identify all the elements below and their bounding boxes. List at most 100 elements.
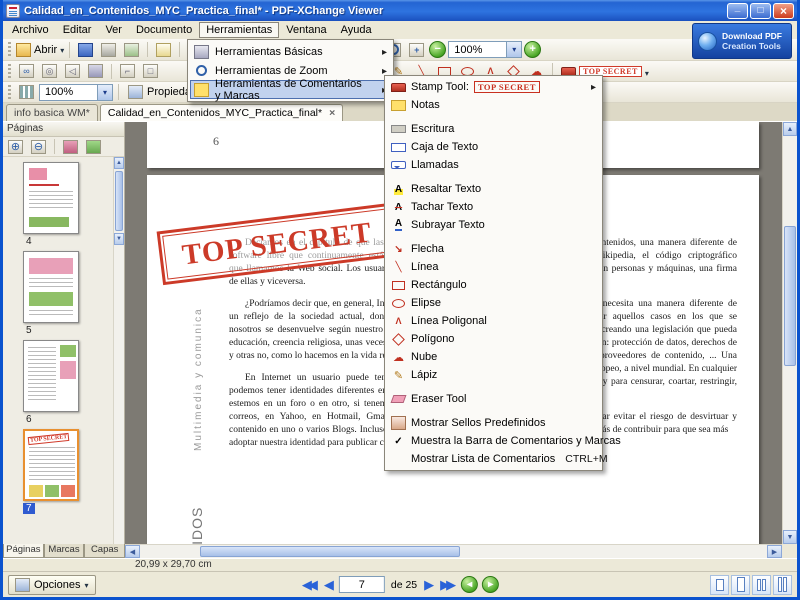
menu-bar-item[interactable]: Ver	[98, 22, 129, 38]
minimize-button[interactable]	[727, 3, 748, 19]
last-page-button[interactable]	[439, 578, 457, 591]
next-page-button[interactable]	[423, 578, 435, 591]
thumbnails-scrollbar[interactable]	[113, 157, 124, 544]
toolbar-button[interactable]	[85, 62, 106, 81]
panel-tab[interactable]: Capas	[84, 544, 125, 558]
close-button[interactable]	[773, 3, 794, 19]
previous-page-button[interactable]	[323, 578, 335, 591]
toolbar-grip[interactable]	[8, 64, 11, 79]
options-button[interactable]: Opciones	[8, 575, 96, 595]
scroll-down-icon[interactable]	[783, 530, 797, 544]
toolbar-button[interactable]	[406, 40, 427, 59]
open-button[interactable]: Abrir	[16, 40, 64, 59]
menu-item[interactable]: Stamp Tool: TOP SECRET	[387, 78, 600, 96]
sidebar-tool-button[interactable]	[51, 137, 58, 156]
menu-item[interactable]: Tachar Texto	[387, 198, 600, 216]
menu-item[interactable]: Notas	[387, 96, 600, 114]
menu-item[interactable]: Mostrar Sellos Predefinidos	[387, 414, 600, 432]
menu-item[interactable]: Herramientas de Comentarios y Marcas	[190, 80, 391, 99]
scrollbar-track[interactable]	[783, 136, 797, 530]
menu-bar-item[interactable]: Ventana	[279, 22, 333, 38]
menu-bar-item[interactable]: Archivo	[5, 22, 56, 38]
toolbar-button[interactable]	[39, 62, 60, 81]
next-view-button[interactable]	[482, 576, 499, 593]
horizontal-scrollbar[interactable]	[125, 544, 782, 558]
menu-bar-item[interactable]: Ayuda	[334, 22, 379, 38]
toolbar-button[interactable]	[62, 62, 83, 81]
menu-bar-item[interactable]: Herramientas	[199, 22, 279, 38]
scroll-up-icon[interactable]	[114, 157, 124, 169]
menu-item[interactable]: Caja de Texto	[387, 138, 600, 156]
toolbar-button[interactable]	[144, 40, 151, 59]
menu-item[interactable]: Eraser Tool	[387, 390, 600, 408]
menu-item[interactable]: Rectángulo	[387, 276, 600, 294]
previous-view-button[interactable]	[461, 576, 478, 593]
page-thumbnail[interactable]: 6	[3, 337, 113, 426]
menu-item[interactable]: Herramientas Básicas	[190, 42, 391, 61]
toolbar-button[interactable]	[108, 62, 115, 81]
menu-bar-item[interactable]: Editar	[56, 22, 99, 38]
scroll-up-icon[interactable]	[783, 122, 797, 136]
toolbar-button[interactable]	[117, 62, 138, 81]
toolbar-button[interactable]	[176, 40, 183, 59]
menu-item[interactable]: Línea	[387, 258, 600, 276]
menu-item[interactable]: Elipse	[387, 294, 600, 312]
panel-tab[interactable]: Páginas	[3, 544, 44, 558]
scrollbar-thumb[interactable]	[200, 546, 460, 557]
maximize-button[interactable]	[750, 3, 771, 19]
sidebar-tool-button[interactable]	[83, 137, 104, 156]
toolbar-button[interactable]	[98, 40, 119, 59]
scrollbar-thumb[interactable]	[784, 226, 796, 366]
menu-item[interactable]: Llamadas	[387, 156, 600, 174]
toolbar-grip[interactable]	[8, 42, 11, 57]
zoom-combo[interactable]: 100%	[448, 41, 522, 58]
toolbar-button[interactable]	[121, 40, 142, 59]
document-tab[interactable]: Calidad_en_Contenidos_MYC_Practica_final…	[100, 104, 343, 121]
menu-item[interactable]: Escritura	[387, 120, 600, 138]
facing-pages-layout-button[interactable]	[752, 575, 771, 595]
download-promo-badge[interactable]: Download PDF Creation Tools	[692, 23, 792, 59]
toolbar-button[interactable]	[75, 40, 96, 59]
menu-item[interactable]: Subrayar Texto	[387, 216, 600, 234]
menu-item[interactable]: Flecha	[387, 240, 600, 258]
scroll-right-icon[interactable]	[767, 545, 782, 558]
scroll-left-icon[interactable]	[125, 545, 140, 558]
menu-bar-item[interactable]: Documento	[129, 22, 199, 38]
menu-item[interactable]: Mostrar Lista de Comentarios CTRL+M	[387, 450, 600, 468]
page-thumbnail[interactable]: TOP SECRET 7	[3, 426, 113, 515]
toolbar-button[interactable]	[153, 40, 174, 59]
thumbnail-page[interactable]: TOP SECRET	[23, 429, 79, 501]
thumbnail-page[interactable]	[23, 340, 79, 412]
page-thumbnail[interactable]: 4	[3, 159, 113, 248]
document-tab[interactable]: info basica WM*	[6, 104, 98, 121]
continuous-facing-layout-button[interactable]	[773, 575, 792, 595]
menu-item[interactable]: Lápiz	[387, 366, 600, 384]
scrollbar-thumb[interactable]	[115, 171, 123, 231]
menu-item[interactable]: Nube	[387, 348, 600, 366]
page-thumbnail[interactable]: 5	[3, 248, 113, 337]
panel-tab[interactable]: Marcas	[44, 544, 85, 558]
zoom-out-button[interactable]	[429, 41, 446, 58]
page-number-input[interactable]	[339, 576, 385, 593]
thumbnail-page[interactable]	[23, 251, 79, 323]
sidebar-tool-button[interactable]	[60, 137, 81, 156]
toolbar-grip[interactable]	[8, 85, 11, 100]
sidebar-tool-button[interactable]	[28, 137, 49, 156]
scroll-down-icon[interactable]	[114, 233, 124, 245]
menu-item[interactable]: Polígono	[387, 330, 600, 348]
sidebar-tool-button[interactable]	[5, 137, 26, 156]
chevron-down-icon[interactable]	[506, 42, 521, 57]
secondary-zoom-combo[interactable]: 100%	[39, 84, 113, 101]
menu-item[interactable]: Muestra la Barra de Comentarios y Marcas	[387, 432, 600, 450]
zoom-in-button[interactable]	[524, 41, 541, 58]
first-page-button[interactable]	[301, 578, 319, 591]
tab-close-icon[interactable]	[329, 107, 335, 119]
single-page-layout-button[interactable]	[710, 575, 729, 595]
toolbar-button[interactable]	[16, 83, 37, 102]
thumbnail-page[interactable]	[23, 162, 79, 234]
vertical-scrollbar[interactable]	[782, 122, 797, 544]
chevron-down-icon[interactable]	[97, 85, 112, 100]
continuous-layout-button[interactable]	[731, 575, 750, 595]
menu-item[interactable]: Resaltar Texto	[387, 180, 600, 198]
toolbar-button[interactable]	[140, 62, 161, 81]
